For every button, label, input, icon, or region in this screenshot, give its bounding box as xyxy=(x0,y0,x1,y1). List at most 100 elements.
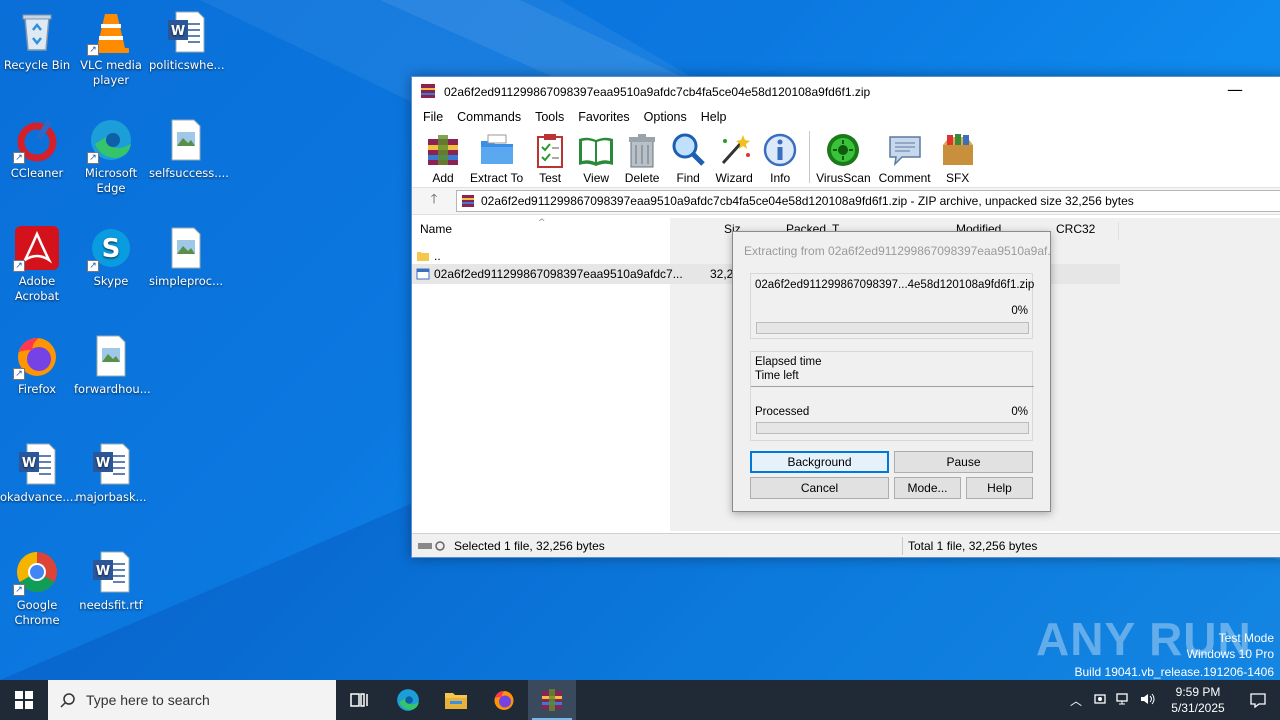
shortcut-arrow-icon: ↗ xyxy=(13,584,25,596)
virusscan-button[interactable]: VirusScan xyxy=(816,131,871,185)
column-header-name[interactable]: Name xyxy=(420,222,452,244)
svg-text:W: W xyxy=(96,456,110,471)
column-header-crc32[interactable]: CRC32 xyxy=(1056,222,1095,244)
toolbar-label: Extract To xyxy=(470,171,524,185)
pause-button[interactable]: Pause xyxy=(894,451,1033,473)
menu-tools[interactable]: Tools xyxy=(528,110,571,124)
desktop-icon-firefox[interactable]: ↗ Firefox xyxy=(0,332,74,397)
desktop-icon-okadvance[interactable]: W okadvance.... xyxy=(0,440,77,505)
acrobat-icon: ↗ xyxy=(13,224,61,272)
menu-options[interactable]: Options xyxy=(637,110,694,124)
task-view-button[interactable] xyxy=(336,680,384,720)
view-button[interactable]: View xyxy=(577,131,615,185)
desktop-icon-needsfit[interactable]: W needsfit.rtf xyxy=(74,548,148,613)
menu-file[interactable]: File xyxy=(416,110,450,124)
meet-now-icon[interactable] xyxy=(1088,692,1112,709)
svg-text:W: W xyxy=(96,564,110,579)
desktop-icon-majorbask[interactable]: W majorbask... xyxy=(74,440,148,505)
cancel-button[interactable]: Cancel xyxy=(750,477,889,499)
chrome-icon: ↗ xyxy=(13,548,61,596)
desktop-icon-simpleproc[interactable]: simpleproc... xyxy=(149,224,223,289)
delete-button[interactable]: Delete xyxy=(623,131,661,185)
task-view-icon xyxy=(350,693,368,707)
notification-center-icon[interactable] xyxy=(1236,692,1280,708)
shortcut-arrow-icon: ↗ xyxy=(87,260,99,272)
start-button[interactable] xyxy=(0,680,48,720)
search-placeholder: Type here to search xyxy=(86,692,210,708)
menu-commands[interactable]: Commands xyxy=(450,110,528,124)
winrar-titlebar[interactable]: 02a6f2ed911299867098397eaa9510a9afdc7cb4… xyxy=(412,77,1280,107)
help-button[interactable]: Help xyxy=(966,477,1033,499)
taskbar-edge[interactable] xyxy=(384,680,432,720)
desktop-icon-ccleaner[interactable]: ↗ CCleaner xyxy=(0,116,74,181)
status-bar: Selected 1 file, 32,256 bytes Total 1 fi… xyxy=(412,533,1280,557)
processed-label: Processed xyxy=(755,406,810,418)
processed-progress-bar xyxy=(756,422,1029,434)
desktop-icon-vlc[interactable]: ↗ VLC media player xyxy=(74,8,148,88)
desktop-icon-skype[interactable]: S ↗ Skype xyxy=(74,224,148,289)
extract-to-button[interactable]: Extract To xyxy=(470,131,523,185)
toolbar-separator xyxy=(809,131,811,183)
network-icon[interactable] xyxy=(1112,692,1136,709)
edge-icon: ↗ xyxy=(87,116,135,164)
clock-time: 9:59 PM xyxy=(1175,685,1221,699)
file-percent: 0% xyxy=(1011,305,1028,317)
mode-button[interactable]: Mode... xyxy=(894,477,961,499)
find-button[interactable]: Find xyxy=(669,131,707,185)
menu-help[interactable]: Help xyxy=(694,110,734,124)
archive-path-field[interactable]: 02a6f2ed911299867098397eaa9510a9afdc7cb4… xyxy=(456,190,1280,212)
taskbar-winrar[interactable] xyxy=(528,680,576,720)
sfx-button[interactable]: SFX xyxy=(939,131,977,185)
extract-folder-icon xyxy=(480,134,513,164)
taskbar-search-box[interactable]: Type here to search xyxy=(48,680,336,720)
processed-percent: 0% xyxy=(1011,406,1028,418)
shortcut-arrow-icon: ↗ xyxy=(87,152,99,164)
extracting-filename: 02a6f2ed911299867098397...4e58d120108a9f… xyxy=(755,279,1035,291)
up-one-level-button[interactable]: 🡑 xyxy=(412,190,456,212)
magnifier-icon xyxy=(672,133,705,166)
elapsed-time-label: Elapsed time xyxy=(755,356,822,368)
group-divider xyxy=(751,386,1034,387)
word-document-icon: W xyxy=(87,440,135,488)
add-button[interactable]: Add xyxy=(424,131,462,185)
clock[interactable]: 9:59 PM 5/31/2025 xyxy=(1160,684,1236,716)
desktop-icon-politicswhe[interactable]: W politicswhe... xyxy=(149,8,225,73)
desktop-icon-acrobat[interactable]: ↗ Adobe Acrobat xyxy=(0,224,74,304)
file-row-parent[interactable]: .. xyxy=(416,247,666,265)
comment-icon xyxy=(888,136,921,167)
desktop-icon-recycle-bin[interactable]: Recycle Bin xyxy=(0,8,74,73)
menu-favorites[interactable]: Favorites xyxy=(571,110,636,124)
info-button[interactable]: Info xyxy=(761,131,799,185)
desktop-icon-forwardhou[interactable]: forwardhou... xyxy=(74,332,151,397)
shortcut-arrow-icon: ↗ xyxy=(13,368,25,380)
winrar-icon xyxy=(542,689,562,711)
toolbar-label: VirusScan xyxy=(816,171,871,185)
wizard-button[interactable]: Wizard xyxy=(715,131,753,185)
taskbar-file-explorer[interactable] xyxy=(432,680,480,720)
desktop-icon-edge[interactable]: ↗ Microsoft Edge xyxy=(74,116,148,196)
volume-icon[interactable] xyxy=(1136,692,1160,709)
magic-wand-icon xyxy=(722,135,751,165)
background-button[interactable]: Background xyxy=(750,451,889,473)
file-list-name-column xyxy=(412,246,670,531)
extract-progress-dialog[interactable]: Extracting from 02a6f2ed911299867098397e… xyxy=(732,231,1051,512)
shortcut-arrow-icon: ↗ xyxy=(13,152,25,164)
minimize-button[interactable]: — xyxy=(1220,81,1250,101)
file-progress-group: 02a6f2ed911299867098397...4e58d120108a9f… xyxy=(750,273,1035,339)
desktop-icon-label: Firefox xyxy=(17,382,57,396)
taskbar-firefox[interactable] xyxy=(480,680,528,720)
show-hidden-icons-chevron-icon[interactable]: ︿ xyxy=(1064,692,1088,709)
test-button[interactable]: Test xyxy=(531,131,569,185)
file-row-archive-entry[interactable]: 02a6f2ed911299867098397eaa9510a9afdc7... xyxy=(416,265,716,283)
comment-button[interactable]: Comment xyxy=(879,131,931,185)
drive-icon xyxy=(418,540,448,552)
desktop-icon-selfsuccess[interactable]: selfsuccess.... xyxy=(149,116,229,181)
desktop-icon-chrome[interactable]: ↗ Google Chrome xyxy=(0,548,74,628)
search-icon xyxy=(60,693,75,708)
recycle-bin-icon xyxy=(13,8,61,56)
file-name: 02a6f2ed911299867098397eaa9510a9afdc7... xyxy=(434,267,683,281)
archive-path-text: 02a6f2ed911299867098397eaa9510a9afdc7cb4… xyxy=(481,194,1134,208)
desktop-icon-label: politicswhe... xyxy=(149,58,225,72)
image-file-icon xyxy=(162,224,210,272)
image-file-icon xyxy=(162,116,210,164)
